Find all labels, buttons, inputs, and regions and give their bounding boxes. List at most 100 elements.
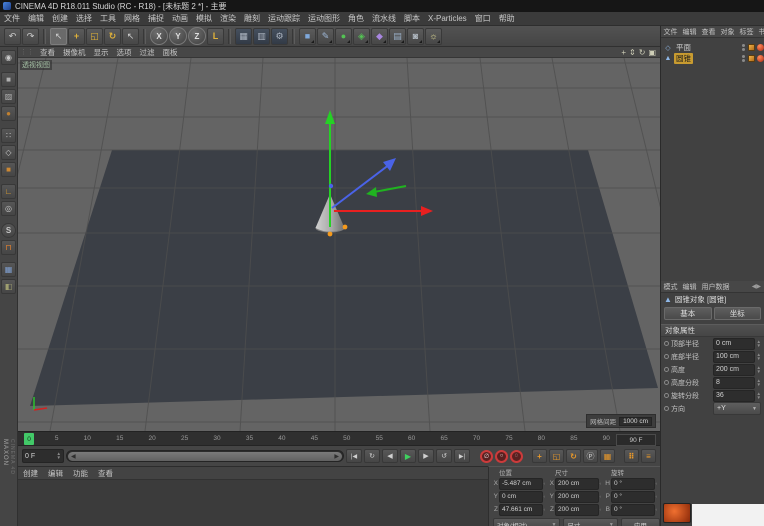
stepper-icon[interactable]: ▲▼: [757, 392, 761, 400]
dolly-view-icon[interactable]: ⇕: [629, 48, 636, 57]
points-mode-icon[interactable]: ∷: [1, 128, 16, 143]
play-button[interactable]: ▶: [400, 449, 416, 463]
menubar-item[interactable]: 帮助: [495, 13, 519, 24]
menubar-item[interactable]: 运动跟踪: [264, 13, 304, 24]
history-arrows-icon[interactable]: ◀▶: [749, 283, 764, 290]
preview-thumbnail[interactable]: [663, 503, 691, 523]
lock-x-axis-button[interactable]: X: [150, 27, 168, 45]
loop-button[interactable]: ↻: [364, 449, 380, 463]
phong-tag-icon[interactable]: [757, 44, 764, 51]
texture-mode-icon[interactable]: ▨: [1, 89, 16, 104]
timeline-end-frame-field[interactable]: 90 F: [616, 434, 656, 446]
viewport-solo-icon[interactable]: ◎: [1, 201, 16, 216]
playback-options-icon[interactable]: ⠿: [624, 449, 639, 463]
attribute-tab[interactable]: 坐标: [714, 307, 762, 320]
play-backward-button[interactable]: ↺: [436, 449, 452, 463]
attribute-menu-item[interactable]: 模式: [661, 282, 680, 292]
enable-axis-icon[interactable]: ∟: [1, 184, 16, 199]
viewport-menu-item[interactable]: 面板: [159, 47, 182, 58]
key-rotation-toggle[interactable]: ↻: [566, 449, 581, 463]
edges-mode-icon[interactable]: ◇: [1, 145, 16, 160]
viewport[interactable]: ⋮⋮ 查看摄像机显示选项过滤面板 + ⇕ ↻ ▣: [18, 47, 660, 431]
keyframe-dot-icon[interactable]: [664, 406, 669, 411]
record-keyframe-button[interactable]: ∅: [480, 450, 493, 463]
texture-tag-icon[interactable]: [748, 44, 755, 51]
workplane-snap-icon[interactable]: ▦: [1, 262, 16, 277]
menubar-item[interactable]: 工具: [96, 13, 120, 24]
lock-z-axis-button[interactable]: Z: [188, 27, 206, 45]
coordinate-system-icon[interactable]: L: [207, 28, 224, 45]
stepper-icon[interactable]: ▲▼: [757, 379, 761, 387]
menubar-item[interactable]: 创建: [48, 13, 72, 24]
keyframe-dot-icon[interactable]: [664, 380, 669, 385]
viewport-menu-item[interactable]: 过滤: [136, 47, 159, 58]
light-icon[interactable]: ☼: [425, 28, 442, 45]
menubar-item[interactable]: 运动图形: [304, 13, 344, 24]
object-manager-menu-item[interactable]: 查看: [699, 27, 718, 37]
attribute-value-field[interactable]: 0 cm: [713, 338, 755, 350]
stepper-icon[interactable]: ▲▼: [757, 340, 761, 348]
menubar-item[interactable]: 渲染: [216, 13, 240, 24]
material-menu-item[interactable]: 编辑: [43, 468, 68, 479]
polygons-mode-icon[interactable]: ■: [1, 162, 16, 177]
attribute-value-field[interactable]: 200 cm: [713, 364, 755, 376]
slider-left-icon[interactable]: ◀: [71, 453, 76, 460]
scale-tool-icon[interactable]: ◱: [86, 28, 103, 45]
stepper-icon[interactable]: ▲▼: [757, 366, 761, 374]
keyframe-dot-icon[interactable]: [664, 354, 669, 359]
key-pla-toggle[interactable]: ▦: [600, 449, 615, 463]
axis-origin-handle[interactable]: [329, 184, 333, 188]
playback-rate-icon[interactable]: ≡: [641, 449, 656, 463]
next-frame-button[interactable]: ▶: [418, 449, 434, 463]
rotation-field[interactable]: 0 °: [611, 504, 655, 516]
menubar-item[interactable]: 雕刻: [240, 13, 264, 24]
stepper-icon[interactable]: ‹: [656, 482, 658, 486]
pan-view-icon[interactable]: +: [621, 48, 626, 57]
spline-pen-icon[interactable]: ✎: [317, 28, 334, 45]
menubar-item[interactable]: 编辑: [24, 13, 48, 24]
visibility-dots[interactable]: [742, 44, 746, 51]
step-down-icon[interactable]: ▼: [57, 456, 61, 460]
keyframe-dot-icon[interactable]: [664, 367, 669, 372]
rotation-field[interactable]: 0 °: [611, 478, 655, 490]
quantize-icon[interactable]: ◧: [1, 279, 16, 294]
visibility-dots[interactable]: [742, 55, 746, 62]
menubar-item[interactable]: 模拟: [192, 13, 216, 24]
timeline-ruler[interactable]: 051015202530354045505560657075808590 0 9…: [18, 431, 660, 446]
render-settings-icon[interactable]: ⚙: [271, 28, 288, 45]
size-field[interactable]: 200 cm: [555, 478, 599, 490]
orbit-view-icon[interactable]: ↻: [639, 48, 646, 57]
size-field[interactable]: 200 cm: [555, 504, 599, 516]
viewport-menu-item[interactable]: 选项: [113, 47, 136, 58]
attribute-menu-item[interactable]: 用户数据: [699, 282, 732, 292]
deformers-icon[interactable]: ◆: [371, 28, 388, 45]
attribute-tab[interactable]: 基本: [664, 307, 712, 320]
position-field[interactable]: -5.487 cm: [499, 478, 543, 490]
position-field[interactable]: 47.661 cm: [499, 504, 543, 516]
menubar-item[interactable]: 网格: [120, 13, 144, 24]
material-menu-item[interactable]: 创建: [18, 468, 43, 479]
generators-icon[interactable]: ◈: [353, 28, 370, 45]
menubar-item[interactable]: 脚本: [400, 13, 424, 24]
attribute-menu-item[interactable]: 编辑: [680, 282, 699, 292]
rotation-field[interactable]: 0 °: [611, 491, 655, 503]
keyframe-selection-button[interactable]: ◌: [510, 450, 523, 463]
material-menu-item[interactable]: 查看: [93, 468, 118, 479]
undo-icon[interactable]: ↶: [4, 28, 21, 45]
phong-tag-icon[interactable]: [757, 55, 764, 62]
viewport-scene[interactable]: [18, 58, 660, 431]
menubar-item[interactable]: 流水线: [368, 13, 400, 24]
size-field[interactable]: 200 cm: [555, 491, 599, 503]
attribute-value-field[interactable]: 100 cm: [713, 351, 755, 363]
rotate-tool-icon[interactable]: ↻: [104, 28, 121, 45]
texture-tag-icon[interactable]: [748, 55, 755, 62]
slider-right-icon[interactable]: ▶: [334, 453, 339, 460]
menubar-item[interactable]: X-Particles: [424, 14, 471, 23]
workplane-mode-icon[interactable]: ●: [1, 106, 16, 121]
object-properties-header[interactable]: 对象属性: [661, 324, 764, 337]
menubar-item[interactable]: 捕捉: [144, 13, 168, 24]
transform-mode-dropdown[interactable]: 对象(相对) ▼: [493, 518, 560, 526]
keyframe-dot-icon[interactable]: [664, 393, 669, 398]
autokey-button[interactable]: ○: [495, 450, 508, 463]
position-field[interactable]: 0 cm: [499, 491, 543, 503]
